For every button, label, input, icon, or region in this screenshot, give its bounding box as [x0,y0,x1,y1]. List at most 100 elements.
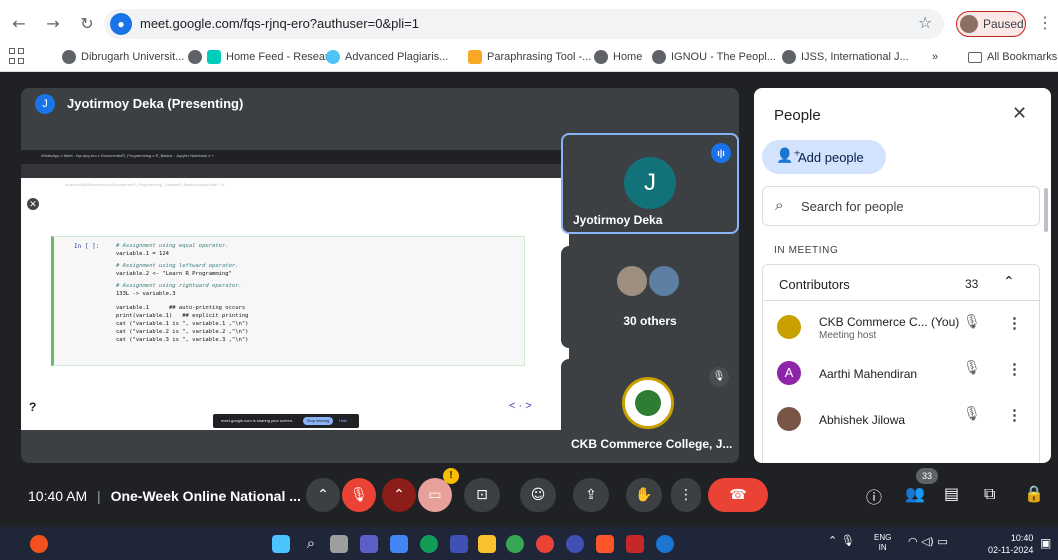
search-icon[interactable]: ⌕ [302,535,320,553]
chevron-up-icon[interactable]: ⌃ [1003,274,1015,290]
app-icon[interactable] [566,535,584,553]
address-bar[interactable]: ● meet.google.com/fqs-rjnq-ero?authuser=… [104,9,944,39]
code-line: variable.1 ## auto-printing occurs [116,305,246,311]
chrome-icon[interactable] [506,535,524,553]
opera-icon[interactable] [536,535,554,553]
system-tray-icons[interactable]: ⌃ 🎙 [828,534,855,547]
brave-icon[interactable] [596,535,614,553]
presenter-avatar: J [35,94,55,114]
reload-icon[interactable]: ↻ [76,13,98,35]
code-line: 133L -> variable.3 [116,291,176,297]
participant-row[interactable]: CKB Commerce C... (You) Meeting host 🎙 ⋮ [763,307,1039,353]
audio-options-chevron-up-icon[interactable]: ⌃ [306,478,340,512]
paraphrase-icon [468,50,482,64]
participant-name: Abhishek Jilowa [819,413,906,427]
bookmark-item[interactable]: Home Feed - Resear... [188,48,337,66]
video-options-chevron-up-icon[interactable]: ⌃ [382,478,416,512]
bookmark-item[interactable]: Paraphrasing Tool -... [468,48,591,66]
scrollbar[interactable] [1044,188,1048,232]
participant-row[interactable]: A Aarthi Mahendiran 🎙 ⋮ [763,353,1039,399]
meeting-details-icon[interactable]: ⓘ [866,484,882,508]
activities-icon[interactable]: ⧉ [984,484,995,504]
more-options-icon[interactable]: ⋮ [671,478,701,512]
teams-icon[interactable] [360,535,378,553]
contributors-header[interactable]: Contributors 33 ⌃ [763,265,1039,301]
mic-off-icon[interactable]: 🎙 [963,314,981,330]
bookmark-item[interactable]: IJSS, International J... [782,48,909,66]
site-info-icon[interactable]: ● [110,13,132,35]
code-line: cat ("variable.3 is ", variable.3 ,"\n") [116,337,249,343]
bookmark-item[interactable]: Home [594,48,642,66]
mic-off-icon[interactable]: 🎙 [963,360,981,376]
bookmarks-overflow-button[interactable]: » [932,48,938,66]
people-icon[interactable]: 👥 [905,484,925,503]
profile-avatar [960,15,978,33]
file-explorer-icon[interactable] [478,535,496,553]
more-options-icon[interactable]: ⋮ [1007,314,1022,332]
browser-menu-icon[interactable]: ⋮ [1037,13,1053,33]
globe-icon [594,50,608,64]
close-icon[interactable]: ✕ [1012,103,1027,124]
contributors-count: 33 [965,277,979,291]
others-count-label: 30 others [623,314,677,328]
notification-icon[interactable]: ▣ [1040,536,1051,550]
windows-taskbar: ⌕ ⌃ 🎙 ENG IN ◠ ◁) ▭ 10:40 02-11-2024 ▣ [0,527,1058,560]
participant-role: Meeting host [819,330,877,341]
url-text[interactable]: meet.google.com/fqs-rjnq-ero?authuser=0&… [140,16,419,31]
language-indicator[interactable]: ENG IN [874,533,891,553]
search-icon: ⌕ [775,196,784,214]
bookmark-item[interactable]: Dibrugarh Universit... [62,48,184,66]
notebook-code-cell: In [ ]: # Assignment using equal operato… [51,236,525,366]
profile-paused-button[interactable]: Paused [956,11,1026,37]
researchgate-icon [207,50,221,64]
all-bookmarks-button[interactable]: All Bookmarks [968,48,1057,66]
hide-link: Hide [339,418,348,423]
section-heading: IN MEETING [774,245,839,256]
end-call-button[interactable]: ☎ [708,478,768,512]
mic-off-icon[interactable]: 🎙 [963,406,981,422]
participant-tile-jyotirmoy[interactable]: ı|ı J Jyotirmoy Deka [561,133,739,234]
store-icon[interactable] [450,535,468,553]
add-people-button[interactable]: 👤⁺ Add people [762,140,886,174]
host-controls-icon[interactable]: 🔒 [1024,484,1044,503]
emoji-icon[interactable]: ☺ [520,478,556,512]
meeting-controls-bar: 10:40 AM | One-Week Online National ... … [0,468,1058,524]
search-placeholder: Search for people [801,199,904,214]
present-screen-icon[interactable]: ⇪ [573,478,609,512]
mic-off-icon: 🎙 [709,367,729,387]
network-volume-battery-icons[interactable]: ◠ ◁) ▭ [908,535,948,548]
forward-arrow-icon[interactable]: → [42,13,64,35]
folder-icon [968,51,982,63]
bookmark-item[interactable]: Advanced Plagiaris... [326,48,448,66]
bookmark-item[interactable]: IGNOU - The Peopl... [652,48,776,66]
task-view-icon[interactable] [330,535,348,553]
app-icon[interactable] [390,535,408,553]
more-options-icon[interactable]: ⋮ [1007,360,1022,378]
app-icon[interactable] [626,535,644,553]
edge-icon[interactable] [420,535,438,553]
bookmark-star-icon[interactable]: ☆ [918,13,932,32]
people-panel: People ✕ 👤⁺ Add people ⌕ Search for peop… [754,88,1051,463]
browser-toolbar: ← → ↻ ● meet.google.com/fqs-rjnq-ero?aut… [0,0,1058,72]
chat-icon[interactable]: ▤ [944,484,959,503]
code-line: # Assignment using leftward operator. [116,263,239,269]
clock[interactable]: 10:40 02-11-2024 [988,532,1033,556]
mic-off-icon[interactable]: 🎙 [342,478,376,512]
code-line: cat ("variable.2 is ", variable.2 ,"\n") [116,329,249,335]
cell-prompt: In [ ]: [74,243,100,250]
shared-tab-strip: WhatsApp x Meet - fqs-rjnq-ero x Documen… [21,150,569,164]
app-icon[interactable] [656,535,674,553]
participant-tile-ckb[interactable]: 🎙 CKB Commerce College, J... [561,359,739,460]
weather-icon[interactable] [30,535,48,553]
more-options-icon[interactable]: ⋮ [1007,406,1022,424]
code-line: print(variable.1) ## explicit printing [116,313,249,319]
plagiarism-icon [326,50,340,64]
windows-start-icon[interactable] [272,535,290,553]
captions-icon[interactable]: ⊡ [464,478,500,512]
participant-row[interactable]: Abhishek Jilowa 🎙 ⋮ [763,399,1039,445]
participant-tile-others[interactable]: 30 others [561,246,739,348]
back-arrow-icon[interactable]: ← [8,13,30,35]
profile-status-label: Paused [983,17,1024,31]
search-input[interactable]: ⌕ Search for people [762,186,1040,226]
raise-hand-icon[interactable]: ✋ [626,478,662,512]
